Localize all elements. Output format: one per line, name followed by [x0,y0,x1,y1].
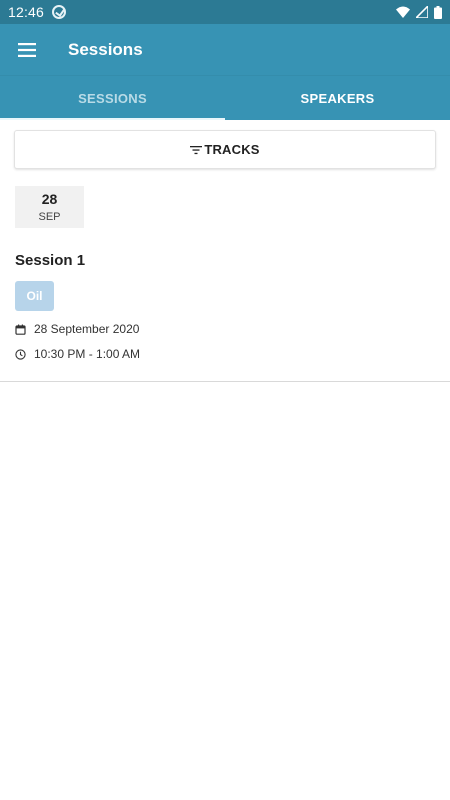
session-time-row: 10:30 PM - 1:00 AM [15,347,140,361]
date-day: 28 [41,190,58,207]
status-icons [396,5,442,19]
tab-sessions[interactable]: SESSIONS [0,76,225,120]
list-divider [0,381,450,382]
tab-indicator [0,118,225,120]
clock-icon [15,348,26,360]
signal-icon [416,6,428,18]
session-date: 28 September 2020 [34,322,140,336]
wifi-icon [396,6,410,18]
filter-icon [190,145,203,154]
session-date-row: 28 September 2020 [15,322,139,336]
date-header: 28 SEP [15,186,84,228]
tab-sessions-label: SESSIONS [78,90,147,106]
tab-speakers[interactable]: SPEAKERS [225,76,450,120]
tab-bar: SESSIONS SPEAKERS [0,75,450,120]
battery-icon [434,5,442,19]
page-title: Sessions [68,39,143,59]
track-chip-label: Oil [26,289,43,303]
session-time: 10:30 PM - 1:00 AM [34,347,141,361]
sync-icon [52,5,67,19]
track-chip: Oil [15,281,54,311]
status-bar: 12:46 [0,0,450,24]
status-time: 12:46 [8,4,45,20]
hamburger-menu-icon [18,42,36,57]
tracks-filter-label: TRACKS [204,142,260,157]
tracks-filter-button[interactable]: TRACKS [14,130,436,169]
app-bar: Sessions [0,24,450,75]
session-title[interactable]: Session 1 [15,252,85,269]
date-month: SEP [38,210,61,223]
menu-button[interactable] [0,24,54,75]
tab-speakers-label: SPEAKERS [300,90,375,106]
calendar-icon [15,324,26,335]
